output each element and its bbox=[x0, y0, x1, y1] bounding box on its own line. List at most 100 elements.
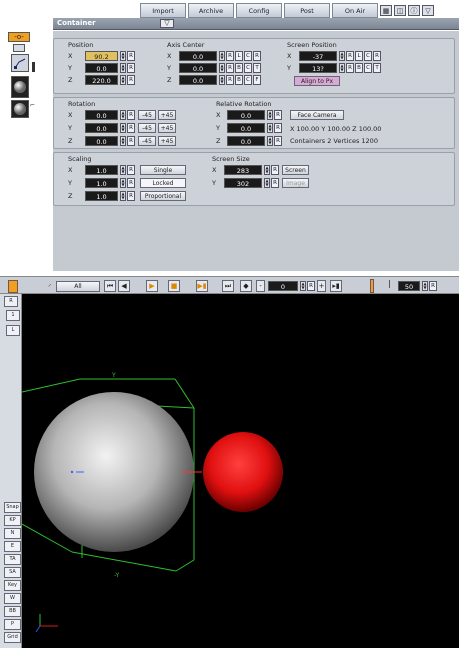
screen-position-y-center[interactable]: C bbox=[364, 63, 372, 73]
tab-ta[interactable]: TA bbox=[4, 554, 21, 565]
menu-archive[interactable]: Archive bbox=[188, 3, 234, 18]
rotation-y-spinner[interactable]: ▲ ▼ bbox=[120, 123, 126, 133]
left-tab-r[interactable]: R bbox=[4, 296, 18, 307]
scaling-y-field[interactable]: 1.0 bbox=[85, 178, 118, 188]
position-y-reset[interactable]: R bbox=[127, 63, 135, 73]
scaling-x-field[interactable]: 1.0 bbox=[85, 165, 118, 175]
left-tab-l[interactable]: L bbox=[6, 325, 20, 336]
rotation-y-reset[interactable]: R bbox=[127, 123, 135, 133]
scaling-x-spinner[interactable]: ▲ ▼ bbox=[120, 165, 126, 175]
menu-config[interactable]: Config bbox=[236, 3, 282, 18]
tab-w[interactable]: W bbox=[4, 593, 21, 604]
trash-icon[interactable] bbox=[8, 280, 18, 293]
keyframe-icon[interactable]: ◆ bbox=[240, 280, 252, 292]
screen-size-x-reset[interactable]: R bbox=[271, 165, 279, 175]
rotation-x-spinner[interactable]: ▲ ▼ bbox=[120, 110, 126, 120]
axis-center-z-spinner[interactable]: ▲ ▼ bbox=[219, 75, 225, 85]
screen-position-y-bottom[interactable]: B bbox=[355, 63, 363, 73]
screen-position-x-field[interactable]: -37 bbox=[299, 51, 337, 61]
axis-center-y-bottom[interactable]: B bbox=[235, 63, 243, 73]
sphere-object-icon[interactable] bbox=[11, 76, 29, 98]
position-z-spinner[interactable]: ▲ ▼ bbox=[120, 75, 126, 85]
position-z-reset[interactable]: R bbox=[127, 75, 135, 85]
rotation-z-field[interactable]: 0.0 bbox=[85, 136, 118, 146]
3d-viewport[interactable]: Y -Y bbox=[21, 294, 459, 648]
rotation-y-plus45-button[interactable]: +45 bbox=[158, 123, 176, 133]
scaling-x-reset[interactable]: R bbox=[127, 165, 135, 175]
relative-rotation-x-field[interactable]: 0.0 bbox=[227, 110, 265, 120]
relative-rotation-x-reset[interactable]: R bbox=[274, 110, 282, 120]
axis-center-x-reset[interactable]: R bbox=[226, 51, 234, 61]
left-tab-1[interactable]: 1 bbox=[6, 310, 20, 321]
rotation-z-plus45-button[interactable]: +45 bbox=[158, 136, 176, 146]
screen-position-x-right[interactable]: R bbox=[373, 51, 381, 61]
scaling-single-button[interactable]: Single bbox=[140, 165, 186, 175]
axis-center-y-field[interactable]: 0.0 bbox=[179, 63, 217, 73]
frame-field[interactable]: 0 bbox=[268, 281, 298, 291]
step-forward-icon[interactable]: ▶▮ bbox=[196, 280, 208, 292]
screen-position-y-field[interactable]: 13? bbox=[299, 63, 337, 73]
path-tool-icon[interactable] bbox=[11, 54, 29, 72]
tab-p[interactable]: P bbox=[4, 619, 21, 630]
info-icon[interactable]: ⓘ bbox=[408, 5, 420, 16]
screen-position-x-center[interactable]: C bbox=[364, 51, 372, 61]
position-x-spinner[interactable]: ▲ ▼ bbox=[120, 51, 126, 61]
axis-center-z-back[interactable]: B bbox=[235, 75, 243, 85]
tab-n[interactable]: N bbox=[4, 528, 21, 539]
image-button[interactable]: Image bbox=[282, 178, 309, 188]
tab-kp[interactable]: KP bbox=[4, 515, 21, 526]
rotation-z-minus45-button[interactable]: -45 bbox=[138, 136, 156, 146]
rotation-y-minus45-button[interactable]: -45 bbox=[138, 123, 156, 133]
screen-size-y-reset[interactable]: R bbox=[271, 178, 279, 188]
play-icon[interactable]: ▶ bbox=[146, 280, 158, 292]
axis-center-x-right[interactable]: R bbox=[253, 51, 261, 61]
relative-rotation-y-reset[interactable]: R bbox=[274, 123, 282, 133]
rotation-x-plus45-button[interactable]: +45 bbox=[158, 110, 176, 120]
menu-on-air[interactable]: On Air bbox=[332, 3, 378, 18]
screen-position-y-top[interactable]: T bbox=[373, 63, 381, 73]
screen-size-y-field[interactable]: 302 bbox=[224, 178, 262, 188]
relative-rotation-y-field[interactable]: 0.0 bbox=[227, 123, 265, 133]
all-button[interactable]: All bbox=[56, 281, 100, 292]
scaling-y-reset[interactable]: R bbox=[127, 178, 135, 188]
axis-center-x-field[interactable]: 0.0 bbox=[179, 51, 217, 61]
screen-button[interactable]: Screen bbox=[282, 165, 309, 175]
screen-position-x-spinner[interactable]: ▲ ▼ bbox=[339, 51, 345, 61]
screen-size-x-field[interactable]: 283 bbox=[224, 165, 262, 175]
rotation-x-reset[interactable]: R bbox=[127, 110, 135, 120]
scaling-y-spinner[interactable]: ▲ ▼ bbox=[120, 178, 126, 188]
end-frame-spinner[interactable]: ▲ ▼ bbox=[422, 281, 428, 291]
scaling-locked-button[interactable]: Locked bbox=[140, 178, 186, 188]
axis-center-x-left[interactable]: L bbox=[235, 51, 243, 61]
scaling-proportional-button[interactable]: Proportional bbox=[140, 191, 186, 201]
position-x-reset[interactable]: R bbox=[127, 51, 135, 61]
tab-e[interactable]: E bbox=[4, 541, 21, 552]
axis-center-x-spinner[interactable]: ▲ ▼ bbox=[219, 51, 225, 61]
split-view-icon[interactable]: ◫ bbox=[394, 5, 406, 16]
axis-center-z-field[interactable]: 0.0 bbox=[179, 75, 217, 85]
screen-size-y-spinner[interactable]: ▲ ▼ bbox=[264, 178, 270, 188]
frame-plus-button[interactable]: + bbox=[317, 280, 326, 292]
tab-snap[interactable]: Snap bbox=[4, 502, 21, 513]
face-camera-button[interactable]: Face Camera bbox=[290, 110, 344, 120]
axis-center-y-spinner[interactable]: ▲ ▼ bbox=[219, 63, 225, 73]
axis-center-z-reset[interactable]: R bbox=[226, 75, 234, 85]
scaling-z-reset[interactable]: R bbox=[127, 191, 135, 201]
frame-spinner[interactable]: ▲ ▼ bbox=[300, 281, 306, 291]
rotation-x-field[interactable]: 0.0 bbox=[85, 110, 118, 120]
rotation-z-reset[interactable]: R bbox=[127, 136, 135, 146]
rotation-y-field[interactable]: 0.0 bbox=[85, 123, 118, 133]
axis-center-y-reset[interactable]: R bbox=[226, 63, 234, 73]
axis-center-y-center[interactable]: C bbox=[244, 63, 252, 73]
collapse-icon[interactable]: ▽ bbox=[422, 5, 434, 16]
relative-rotation-z-field[interactable]: 0.0 bbox=[227, 136, 265, 146]
position-z-field[interactable]: 220.0 bbox=[85, 75, 118, 85]
relative-rotation-z-spinner[interactable]: ▲ ▼ bbox=[267, 136, 273, 146]
screen-size-x-spinner[interactable]: ▲ ▼ bbox=[264, 165, 270, 175]
screen-position-y-spinner[interactable]: ▲ ▼ bbox=[339, 63, 345, 73]
menu-post[interactable]: Post bbox=[284, 3, 330, 18]
container-dropdown-icon[interactable]: ▽ bbox=[160, 19, 174, 28]
menu-import[interactable]: Import bbox=[140, 3, 186, 18]
end-frame-reset[interactable]: R bbox=[429, 281, 437, 291]
relative-rotation-x-spinner[interactable]: ▲ ▼ bbox=[267, 110, 273, 120]
